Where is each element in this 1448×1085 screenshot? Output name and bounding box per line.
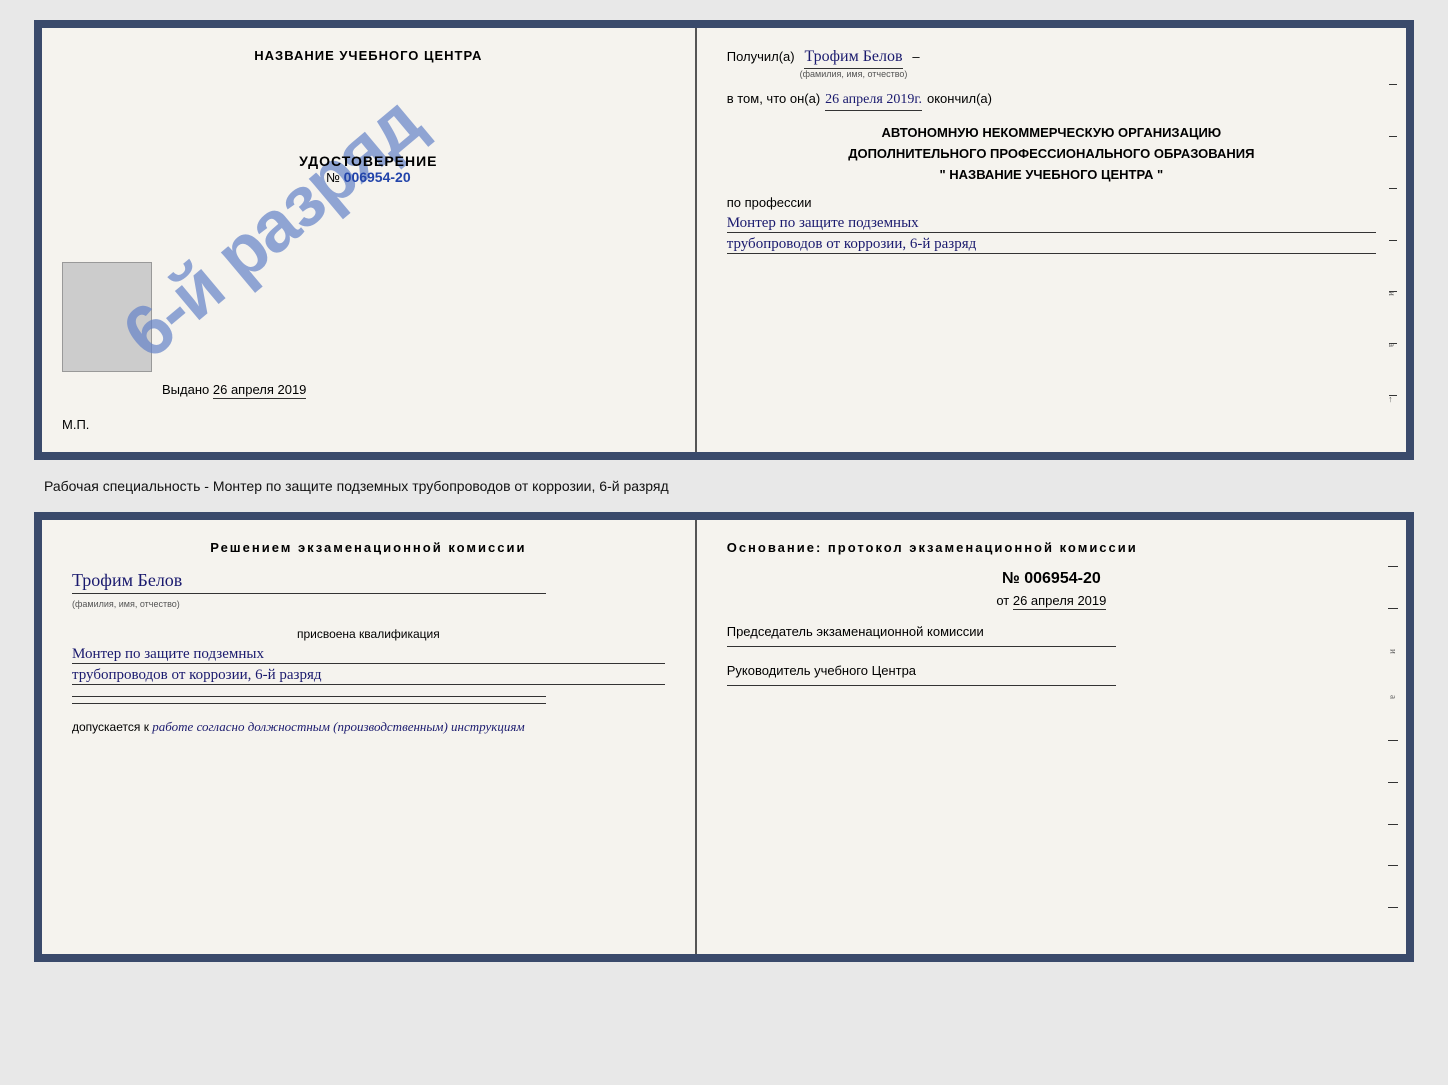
issued-label: Выдано — [162, 382, 209, 397]
cert-number-block: УДОСТОВЕРЕНИЕ № 006954-20 — [299, 153, 437, 185]
recipient-name: Трофим Белов — [804, 48, 902, 69]
from-date: от 26 апреля 2019 — [727, 593, 1376, 608]
bottom-name-sublabel: (фамилия, имя, отчество) — [72, 599, 180, 609]
in-that-line: в том, что он(а) 26 апреля 2019г. окончи… — [727, 91, 1376, 111]
committee-head-label: Председатель экзаменационной комиссии — [727, 623, 1376, 641]
diagonal-stamp: 6-й разряд — [122, 88, 422, 368]
profession-line1: Монтер по защите подземных — [727, 215, 1376, 233]
stamp-text: 6-й разряд — [108, 81, 436, 375]
allowed-text: допускается к работе согласно должностны… — [72, 719, 665, 735]
director-label: Руководитель учебного Центра — [727, 662, 1376, 680]
decision-header: Решением экзаменационной комиссии — [72, 540, 665, 555]
cert-no-label: № — [326, 170, 340, 185]
bottom-cert-right: Основание: протокол экзаменационной коми… — [697, 520, 1406, 954]
org-line2: ДОПОЛНИТЕЛЬНОГО ПРОФЕССИОНАЛЬНОГО ОБРАЗО… — [727, 144, 1376, 165]
school-name-top: НАЗВАНИЕ УЧЕБНОГО ЦЕНТРА — [254, 48, 482, 63]
from-label: от — [996, 593, 1009, 608]
profession-line2: трубопроводов от коррозии, 6-й разряд — [727, 236, 1376, 254]
qualification-line1: Монтер по защите подземных — [72, 646, 665, 664]
cert-no: 006954-20 — [344, 169, 411, 185]
allowed-label: допускается к — [72, 720, 149, 734]
basis-header: Основание: протокол экзаменационной коми… — [727, 540, 1376, 555]
protocol-number: № 006954-20 — [727, 570, 1376, 588]
org-line3: " НАЗВАНИЕ УЧЕБНОГО ЦЕНТРА " — [727, 165, 1376, 186]
completed-label: окончил(а) — [927, 91, 992, 106]
director-signature-line — [727, 685, 1117, 686]
name-block-bottom: Трофим Белов (фамилия, имя, отчество) — [72, 570, 665, 612]
committee-signature-line — [727, 646, 1117, 647]
in-that-label: в том, что он(а) — [727, 91, 820, 106]
org-line1: АВТОНОМНУЮ НЕКОММЕРЧЕСКУЮ ОРГАНИЗАЦИЮ — [727, 123, 1376, 144]
completed-date: 26 апреля 2019г. — [825, 92, 922, 111]
bottom-name: Трофим Белов — [72, 570, 546, 594]
issued-date: Выдано 26 апреля 2019 — [162, 382, 306, 397]
bottom-cert-left: Решением экзаменационной комиссии Трофим… — [42, 520, 697, 954]
blank-line-2 — [72, 703, 546, 704]
cert-title: УДОСТОВЕРЕНИЕ — [299, 153, 437, 169]
decorative-lines-right: и а ← — [1386, 28, 1406, 452]
decorative-right-bottom: и а — [1381, 520, 1406, 954]
received-label: Получил(а) — [727, 49, 795, 64]
recipient-sublabel: (фамилия, имя, отчество) — [800, 69, 908, 79]
issued-date-value: 26 апреля 2019 — [213, 382, 307, 399]
top-cert-right: Получил(а) Трофим Белов (фамилия, имя, о… — [697, 28, 1406, 452]
qualification-assigned-label: присвоена квалификация — [72, 627, 665, 641]
org-block: АВТОНОМНУЮ НЕКОММЕРЧЕСКУЮ ОРГАНИЗАЦИЮ ДО… — [727, 123, 1376, 185]
allowed-handwritten: работе согласно должностным (производств… — [152, 719, 524, 734]
top-cert-left: НАЗВАНИЕ УЧЕБНОГО ЦЕНТРА 6-й разряд УДОС… — [42, 28, 697, 452]
received-line: Получил(а) Трофим Белов (фамилия, имя, о… — [727, 48, 1376, 79]
qualification-line2: трубопроводов от коррозии, 6-й разряд — [72, 667, 665, 685]
top-certificate: НАЗВАНИЕ УЧЕБНОГО ЦЕНТРА 6-й разряд УДОС… — [34, 20, 1414, 460]
mp-label: М.П. — [62, 417, 89, 432]
specialty-text: Рабочая специальность - Монтер по защите… — [34, 470, 1414, 502]
bottom-certificate: Решением экзаменационной комиссии Трофим… — [34, 512, 1414, 962]
blank-line-1 — [72, 696, 546, 697]
dash-top: – — [912, 49, 919, 64]
from-date-value: 26 апреля 2019 — [1013, 593, 1107, 610]
profession-label: по профессии — [727, 195, 1376, 210]
